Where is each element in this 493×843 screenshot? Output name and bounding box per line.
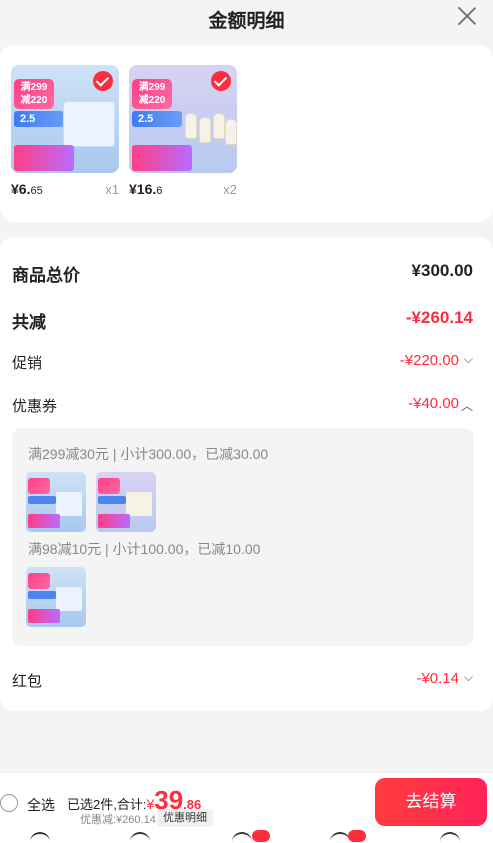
close-icon[interactable] [455,4,479,28]
red-packet-value: -¥0.14 [416,670,459,687]
total-reduced-label: 共减 [12,313,46,332]
price-tag: 2.5 [14,111,64,127]
product-image: 满299 减220 2.5 [11,65,119,173]
select-all-radio[interactable] [0,794,18,812]
coupon-product-thumb [96,472,156,532]
product-box [63,101,115,147]
cart-icon[interactable] [330,832,350,843]
checkout-button[interactable]: 去结算 [375,778,487,826]
notification-badge [252,830,270,842]
checkout-bar: 全选 已选2件,合计:¥39.86 优惠减:¥260.14 优惠明细 去结算 [0,772,493,828]
product-price: ¥6.65 [11,181,43,197]
coupon-value: -¥40.00 [408,395,459,412]
coupon-product-thumb [26,567,86,627]
message-icon[interactable] [232,832,252,843]
product-price: ¥16.6 [129,181,163,197]
page-title: 金额明细 [208,11,285,32]
product-item[interactable]: 满299 减220 2.5 ¥16.6 x2 [129,65,237,197]
discount-detail-button[interactable]: 优惠明细 [157,809,213,827]
header: 金额明细 [0,0,493,40]
selected-products-card: 满299 减220 2.5 ¥6.65 x1 满299 减220 2.5 ¥16.6… [0,45,493,222]
product-image: 满299 减220 2.5 [129,65,237,173]
checked-icon[interactable] [93,71,113,91]
chevron-up-icon[interactable]: ︿ [461,397,473,414]
promo-badge: 满299 减220 [132,79,172,109]
profile-icon[interactable] [440,832,460,843]
select-all-label[interactable]: 全选 [27,795,55,815]
home-icon[interactable] [30,832,50,843]
coupon-line: 满299减30元 | 小计300.00，已减30.00 [28,446,269,462]
promotion-label: 促销 [12,355,43,372]
product-qty: x1 [105,182,119,197]
promotion-value: -¥220.00 [399,352,459,369]
price-tag: 2.5 [132,111,182,127]
coupon-label: 优惠券 [12,398,58,415]
checked-icon[interactable] [211,71,231,91]
promo-strip [132,145,192,171]
chevron-down-icon[interactable]: ⌵ [464,670,473,685]
promo-badge: 满299 减220 [14,79,54,109]
total-price-label: 商品总价 [12,266,80,285]
product-qty: x2 [223,182,237,197]
discount-amount: 优惠减:¥260.14 [80,814,156,826]
coupon-product-thumb [26,472,86,532]
coupon-detail-panel: 满299减30元 | 小计300.00，已减30.00 满98减10元 | 小计… [12,428,474,646]
promo-strip [14,145,74,171]
chevron-down-icon[interactable]: ⌵ [464,352,473,367]
product-item[interactable]: 满299 减220 2.5 ¥6.65 x1 [11,65,119,197]
total-price-value: ¥300.00 [411,261,473,280]
category-icon[interactable] [130,832,150,843]
total-reduced-value: -¥260.14 [405,308,473,327]
red-packet-label: 红包 [12,673,43,690]
cart-badge [348,830,366,842]
product-bottles [183,95,237,145]
coupon-line: 满98减10元 | 小计100.00，已减10.00 [28,541,261,557]
tab-bar [0,828,493,843]
